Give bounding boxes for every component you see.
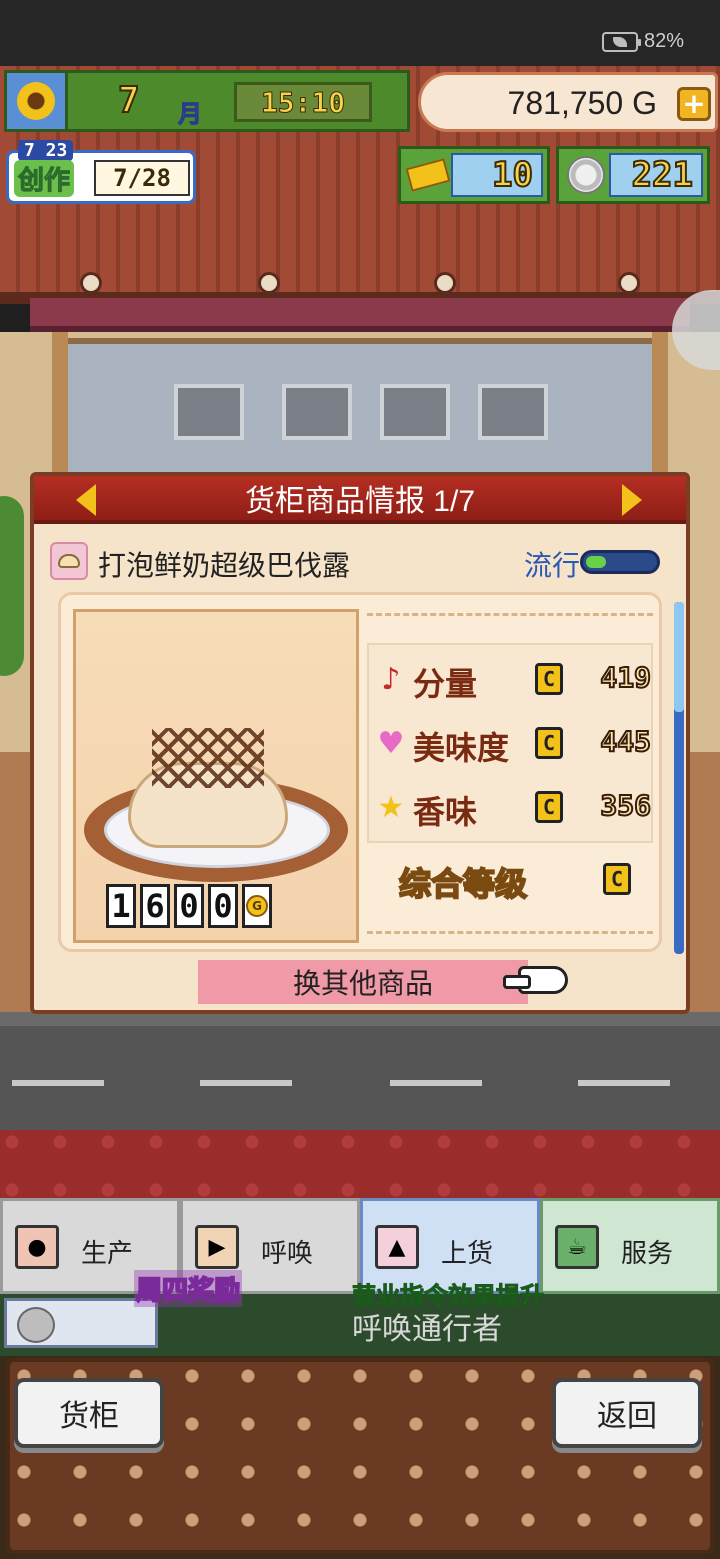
stat-grade: C [535, 791, 563, 823]
dialog-header: 货柜商品情报 1/7 [34, 476, 686, 524]
stat-grade: C [535, 663, 563, 695]
ticket-icon [405, 153, 451, 197]
stat-row-taste: ♥ 美味度 C 445 [369, 715, 655, 771]
heart-icon: ♥ [377, 725, 405, 761]
cabinet-button[interactable]: 货柜 [14, 1378, 164, 1448]
craft-date: 7 23 [18, 140, 74, 161]
trend-label: 流行 [523, 550, 580, 581]
money-amount: 781,750 G [507, 85, 657, 121]
roof-lamp [434, 272, 456, 294]
stats-panel: ♪ 分量 C 419 ♥ 美味度 C 445 ★ 香味 C 356 [367, 643, 653, 843]
road [0, 1012, 720, 1130]
overall-grade: C [603, 863, 631, 895]
pointing-hand-icon [503, 966, 568, 994]
carpet [0, 1130, 720, 1200]
previous-arrow-icon[interactable] [76, 484, 96, 516]
chocolate-lattice [152, 728, 264, 788]
battery-icon [601, 31, 641, 52]
price-digit: 0 [174, 884, 204, 928]
roof-lamp [80, 272, 102, 294]
awning [30, 298, 690, 332]
tab-label: 服务 [621, 1238, 674, 1268]
stat-row-volume: ♪ 分量 C 419 [369, 651, 655, 707]
product-name: 打泡鲜奶超级巴伐露 [98, 550, 351, 581]
coffee-cup-icon: ☕ [555, 1225, 599, 1269]
dessert-icon [50, 542, 88, 580]
stat-label: 香味 [413, 794, 478, 830]
star-icon: ★ [377, 789, 405, 825]
product-info-dialog: 货柜商品情报 1/7 打泡鲜奶超级巴伐露 流行 1 6 0 0 G ♪ 分量 C… [30, 472, 690, 1014]
tab-label: 呼唤 [261, 1238, 314, 1268]
bread-icon: ● [15, 1225, 59, 1269]
bottom-menu: ● 生产 ▶ 呼唤 ▲ 上货 ☕ 服务 呼唤通行者 周四奖励 营业指令效果提升 … [0, 1198, 720, 1559]
season-button[interactable] [4, 70, 68, 132]
coin-icon [17, 1307, 55, 1343]
kitchen-window [58, 338, 662, 478]
sunflower-icon [17, 82, 55, 120]
next-arrow-icon[interactable] [622, 484, 642, 516]
ticket-counter[interactable]: 10 [398, 146, 550, 204]
product-detail: 1 6 0 0 G ♪ 分量 C 419 ♥ 美味度 C 445 ★ 香味 C … [58, 592, 662, 952]
overall-grade-label: 综合等级 [398, 865, 528, 903]
roof-lamp [618, 272, 640, 294]
add-money-button[interactable]: + [677, 87, 711, 121]
stats-area: ♪ 分量 C 419 ♥ 美味度 C 445 ★ 香味 C 356 综合等级 C [367, 609, 653, 939]
price-digit: 1 [106, 884, 136, 928]
stat-grade: C [535, 727, 563, 759]
flag-icon: ▶ [195, 1225, 239, 1269]
stat-value: 445 [599, 724, 652, 759]
thursday-bonus-label: 周四奖励 [134, 1270, 243, 1307]
month-label: 月 [178, 100, 203, 129]
ticket-count: 10 [451, 153, 543, 197]
gold-coin-icon: G [242, 884, 272, 928]
music-note-icon: ♪ [381, 661, 401, 697]
stat-label: 美味度 [413, 730, 510, 766]
roof-lamp [258, 272, 280, 294]
product-image-card: 1 6 0 0 G [73, 609, 359, 943]
craft-label: 创作 [14, 160, 75, 197]
craft-progress: 7/28 [94, 160, 190, 196]
battery-indicator: 82% [601, 30, 684, 53]
trend-meter-fill [586, 556, 607, 568]
dialog-title: 货柜商品情报 1/7 [244, 485, 476, 518]
cake-icon: ▲ [375, 1225, 419, 1269]
battery-percent: 82% [643, 30, 684, 52]
switch-product-button[interactable]: 换其他商品 [198, 960, 528, 1004]
command-boost-label: 营业指令效果提升 [352, 1283, 545, 1311]
stat-label: 分量 [413, 666, 478, 702]
price-unit: G [246, 895, 268, 917]
medal-counter[interactable]: 221 [556, 146, 710, 204]
tab-label: 生产 [81, 1238, 134, 1268]
scroll-thumb[interactable] [674, 602, 684, 712]
trend-meter [580, 550, 660, 574]
price-display: 1 6 0 0 G [106, 884, 272, 928]
tab-label: 上货 [441, 1238, 494, 1268]
stat-row-aroma: ★ 香味 C 356 [369, 779, 655, 835]
medal-count: 221 [609, 153, 703, 197]
month-number: 7 [117, 79, 141, 122]
medal-icon [563, 153, 609, 197]
stat-value: 419 [599, 660, 652, 695]
tab-service[interactable]: ☕ 服务 [540, 1198, 720, 1294]
product-row: 打泡鲜奶超级巴伐露 流行 [48, 538, 674, 584]
money-panel: 781,750 G + [418, 72, 718, 132]
status-bar: 82% [0, 0, 720, 66]
detail-scrollbar[interactable] [674, 602, 684, 954]
price-digit: 0 [208, 884, 238, 928]
back-button[interactable]: 返回 [552, 1378, 702, 1448]
price-digit: 6 [140, 884, 170, 928]
tree [0, 496, 24, 676]
stat-value: 356 [599, 788, 652, 823]
clock: 15:10 [234, 82, 372, 122]
